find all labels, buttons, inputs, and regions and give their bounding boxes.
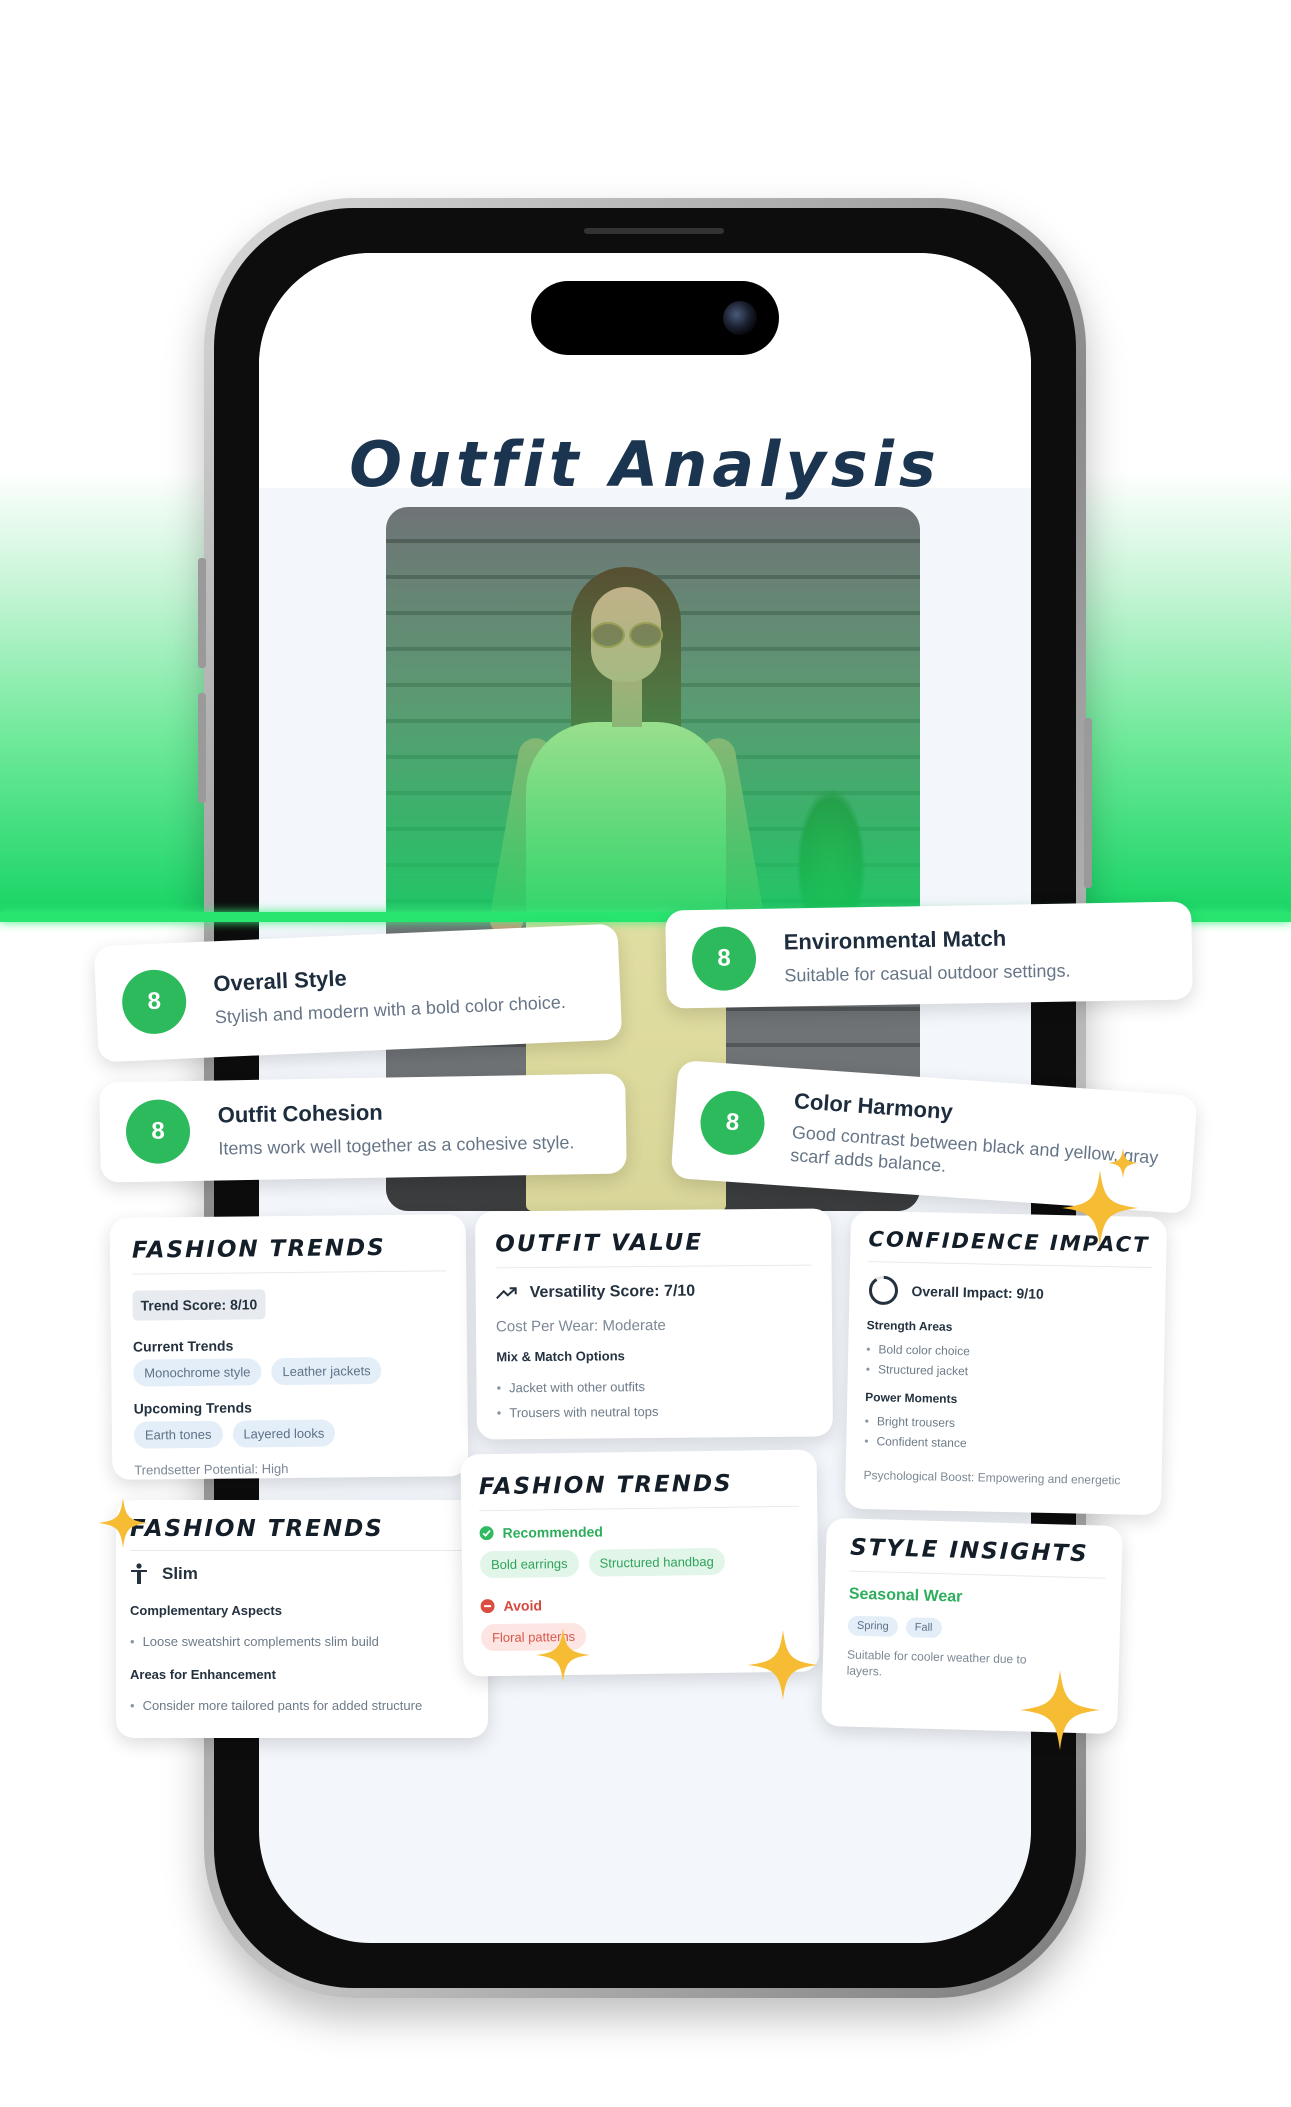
divider <box>849 1570 1106 1579</box>
score-card-desc: Items work well together as a cohesive s… <box>218 1131 575 1159</box>
sparkle-icon <box>1020 1670 1100 1750</box>
score-card-overall-style[interactable]: 8 Overall Style Stylish and modern with … <box>93 923 623 1063</box>
camera-icon <box>723 301 757 335</box>
score-badge: 8 <box>120 968 188 1036</box>
season-chip[interactable]: Fall <box>905 1617 942 1639</box>
volume-up-button <box>198 558 206 668</box>
divider <box>130 1550 468 1551</box>
trend-chip[interactable]: Leather jackets <box>271 1357 382 1386</box>
versatility-score: Versatility Score: 7/10 <box>529 1282 696 1302</box>
sparkle-icon <box>1108 1148 1138 1178</box>
check-circle-icon <box>479 1526 494 1541</box>
fashion-trends-card[interactable]: FASHION TRENDS Trend Score: 8/10 Current… <box>109 1214 469 1480</box>
divider <box>868 1261 1153 1269</box>
upcoming-trends-label: Upcoming Trends <box>133 1399 252 1417</box>
trend-chip[interactable]: Monochrome style <box>133 1358 262 1387</box>
person-icon <box>131 1563 147 1584</box>
score-badge: 8 <box>125 1099 191 1165</box>
body-type: Slim <box>162 1564 198 1583</box>
complementary-label: Complementary Aspects <box>130 1603 282 1618</box>
list-item: Structured jacket <box>866 1362 1150 1382</box>
score-card-title: Overall Style <box>212 964 348 996</box>
recommended-chip[interactable]: Structured handbag <box>588 1547 725 1577</box>
list-item: Jacket with other outfits <box>496 1378 812 1396</box>
score-card-desc: Suitable for casual outdoor settings. <box>784 960 1071 986</box>
overall-impact: Overall Impact: 9/10 <box>911 1283 1044 1302</box>
score-card-desc: Stylish and modern with a bold color cho… <box>214 991 567 1027</box>
mix-match-label: Mix & Match Options <box>496 1348 625 1365</box>
avoid-label: Avoid <box>503 1597 543 1614</box>
score-card-environmental-match[interactable]: 8 Environmental Match Suitable for casua… <box>665 901 1193 1009</box>
enhancement-label: Areas for Enhancement <box>130 1667 276 1682</box>
trendsetter-potential: Trendsetter Potential: High <box>134 1461 289 1478</box>
score-card-title: Environmental Match <box>783 925 1007 955</box>
list-item: Confident stance <box>864 1434 1148 1454</box>
list-item: Loose sweatshirt complements slim build <box>130 1634 468 1649</box>
recommended-chip[interactable]: Bold earrings <box>479 1549 579 1579</box>
trend-chip[interactable]: Earth tones <box>133 1420 223 1449</box>
list-item: Trousers with neutral tops <box>497 1403 813 1421</box>
recommended-label: Recommended <box>502 1523 604 1541</box>
score-card-title: Outfit Cohesion <box>217 1099 383 1128</box>
divider <box>479 1505 800 1512</box>
current-trends-label: Current Trends <box>132 1337 234 1355</box>
power-button <box>1084 718 1092 888</box>
divider <box>495 1264 812 1269</box>
season-chip[interactable]: Spring <box>847 1615 899 1637</box>
strength-areas-label: Strength Areas <box>866 1318 953 1334</box>
divider <box>132 1270 447 1275</box>
power-moments-label: Power Moments <box>865 1390 958 1406</box>
sparkle-icon <box>748 1630 818 1700</box>
page-title: Outfit Analysis <box>349 428 941 501</box>
dynamic-island <box>531 281 779 355</box>
score-card-outfit-cohesion[interactable]: 8 Outfit Cohesion Items work well togeth… <box>99 1073 627 1183</box>
confidence-impact-card[interactable]: CONFIDENCE IMPACT Overall Impact: 9/10 S… <box>844 1210 1168 1516</box>
seasonal-wear-label: Seasonal Wear <box>848 1585 963 1606</box>
score-badge: 8 <box>698 1088 767 1158</box>
psychological-boost: Psychological Boost: Empowering and ener… <box>863 1468 1121 1488</box>
trend-chip[interactable]: Layered looks <box>232 1419 336 1448</box>
photo-green-tint <box>386 507 920 913</box>
speaker <box>584 228 724 234</box>
list-item: Bright trousers <box>865 1414 1149 1434</box>
section-title: FASHION TRENDS <box>478 1470 733 1501</box>
sparkle-icon <box>536 1628 590 1682</box>
section-title: OUTFIT VALUE <box>495 1229 704 1258</box>
outfit-value-card[interactable]: OUTFIT VALUE Versatility Score: 7/10 Cos… <box>475 1208 833 1440</box>
cost-per-wear: Cost Per Wear: Moderate <box>495 1316 666 1336</box>
volume-down-button <box>198 693 206 803</box>
section-title: FASHION TRENDS <box>130 1516 384 1542</box>
score-badge: 8 <box>691 926 757 992</box>
minus-circle-icon <box>480 1599 495 1614</box>
trend-up-icon <box>496 1287 517 1300</box>
section-title: STYLE INSIGHTS <box>849 1534 1090 1568</box>
sparkle-icon <box>1062 1170 1138 1246</box>
sparkle-icon <box>98 1498 148 1548</box>
trend-score-badge: Trend Score: 8/10 <box>132 1289 266 1321</box>
list-item: Bold color choice <box>866 1342 1150 1362</box>
progress-ring-icon <box>868 1275 898 1305</box>
section-title: FASHION TRENDS <box>131 1234 386 1264</box>
list-item: Consider more tailored pants for added s… <box>130 1698 468 1713</box>
body-type-card[interactable]: FASHION TRENDS Slim Complementary Aspect… <box>116 1500 488 1738</box>
